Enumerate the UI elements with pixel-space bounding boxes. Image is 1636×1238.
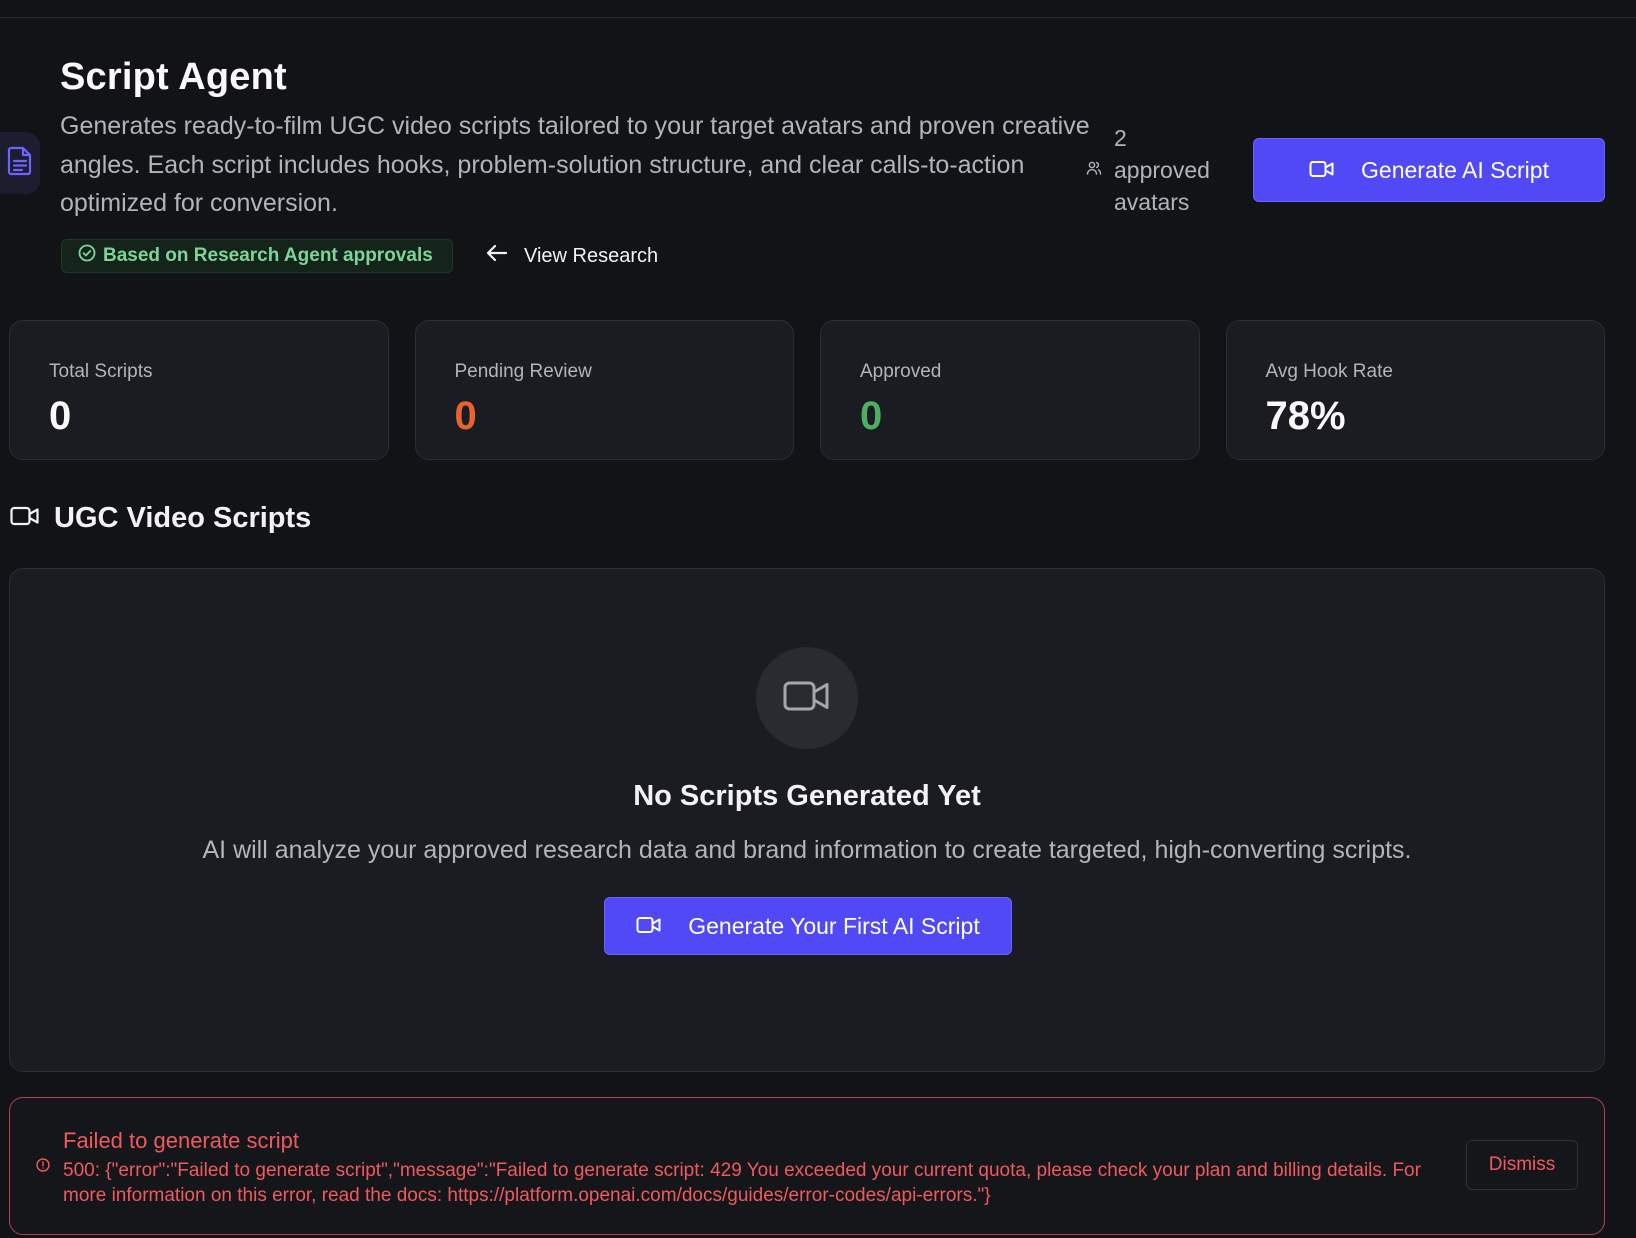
stat-card-approved: Approved 0 <box>820 320 1200 460</box>
stat-card-pending-review: Pending Review 0 <box>414 320 794 460</box>
empty-state-title: No Scripts Generated Yet <box>633 780 981 812</box>
dismiss-button[interactable]: Dismiss <box>1466 1140 1578 1190</box>
avatars-label-avatars: avatars <box>1114 189 1190 215</box>
avatars-count: 2 <box>1114 125 1127 151</box>
scripts-empty-state: No Scripts Generated Yet AI will analyze… <box>9 568 1605 1072</box>
view-research-link[interactable]: View Research <box>486 238 658 274</box>
document-icon <box>7 146 33 181</box>
stat-value: 0 <box>454 394 477 438</box>
stat-card-total-scripts: Total Scripts 0 <box>9 320 389 460</box>
page-title: Script Agent <box>60 56 287 98</box>
badge-label: Based on Research Agent approvals <box>103 245 433 266</box>
stat-value: 0 <box>49 394 72 438</box>
stat-value: 0 <box>860 394 883 438</box>
section-title: UGC Video Scripts <box>54 502 312 534</box>
video-camera-icon <box>783 679 831 718</box>
stat-label: Avg Hook Rate <box>1265 361 1393 382</box>
agent-icon-tab[interactable] <box>0 132 40 194</box>
stats-row: Total Scripts 0 Pending Review 0 Approve… <box>9 320 1605 460</box>
video-camera-icon <box>636 913 662 940</box>
view-research-label: View Research <box>524 244 659 267</box>
avatars-label-approved: approved <box>1114 157 1210 183</box>
error-alert: Failed to generate script 500: {"error":… <box>9 1097 1605 1235</box>
stat-card-avg-hook-rate: Avg Hook Rate 78% <box>1225 320 1605 460</box>
top-divider <box>0 17 1636 18</box>
research-approval-badge: Based on Research Agent approvals <box>61 239 453 273</box>
approved-avatars-indicator: 2 approved avatars <box>1086 122 1224 218</box>
stat-label: Approved <box>860 361 942 382</box>
stat-label: Pending Review <box>454 361 592 382</box>
generate-ai-script-label: Generate AI Script <box>1361 156 1549 183</box>
alert-circle-icon <box>36 1158 50 1177</box>
video-camera-icon <box>1309 157 1335 184</box>
stat-value: 78% <box>1265 394 1346 438</box>
generate-ai-script-button[interactable]: Generate AI Script <box>1253 138 1605 202</box>
page-description: Generates ready-to-film UGC video script… <box>60 112 1090 217</box>
error-title: Failed to generate script <box>63 1128 300 1153</box>
error-message: 500: {"error":"Failed to generate script… <box>63 1160 1421 1206</box>
stat-label: Total Scripts <box>49 361 153 382</box>
arrow-left-icon <box>486 244 508 268</box>
empty-state-description: AI will analyze your approved research d… <box>202 836 1412 864</box>
empty-state-icon <box>756 647 858 749</box>
users-icon <box>1086 160 1102 181</box>
section-header: UGC Video Scripts <box>10 502 311 535</box>
generate-first-script-label: Generate Your First AI Script <box>688 912 980 939</box>
check-circle-icon <box>78 244 96 268</box>
video-camera-icon <box>10 505 40 532</box>
generate-first-script-button[interactable]: Generate Your First AI Script <box>604 897 1012 955</box>
